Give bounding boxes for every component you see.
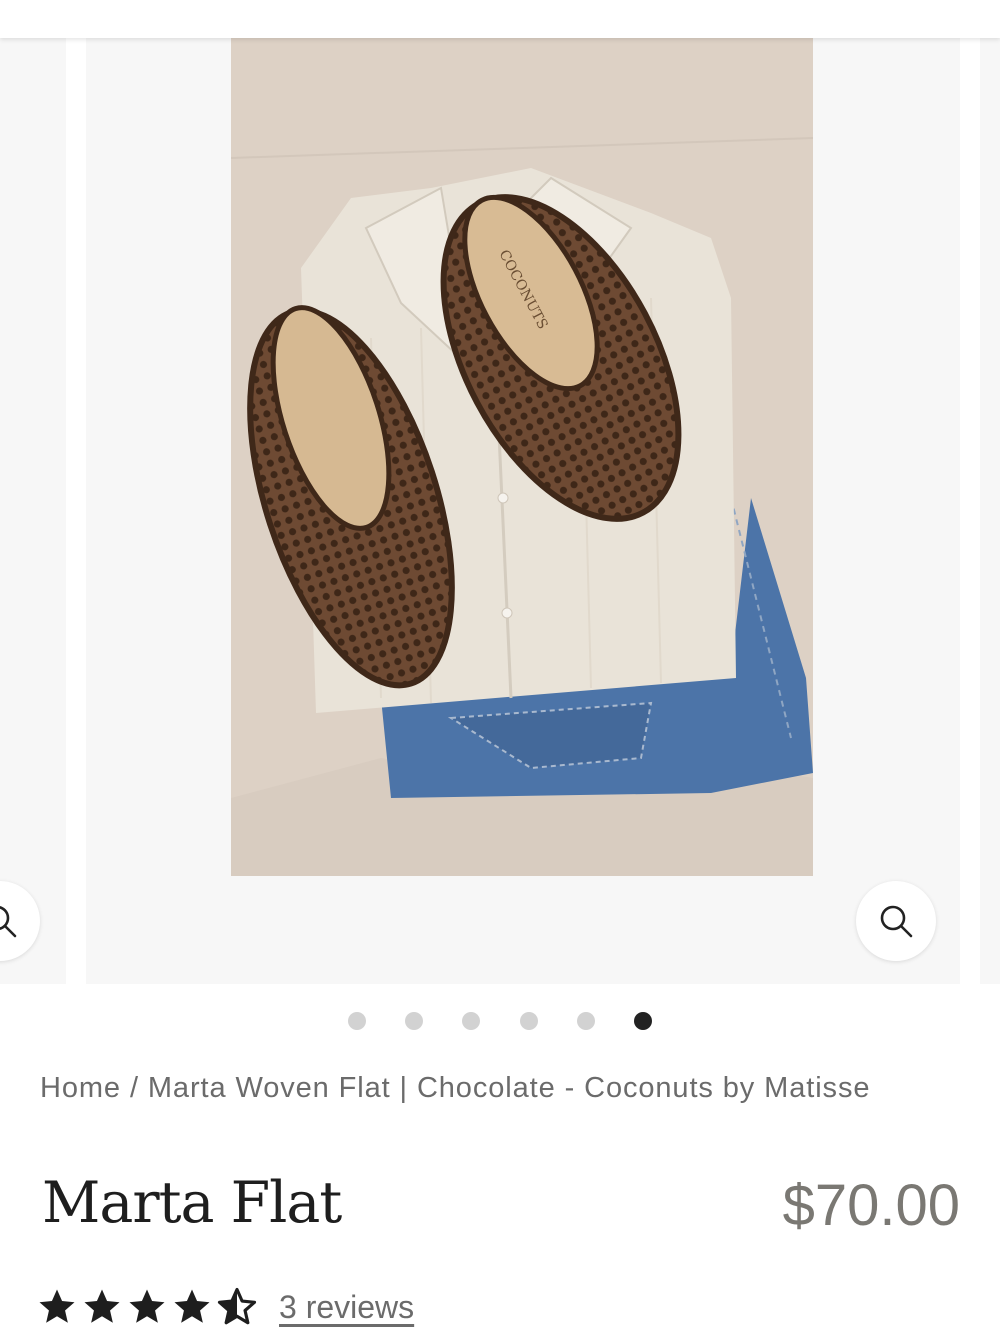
top-header-bar (0, 0, 1000, 38)
slide-dot-4[interactable] (520, 1012, 538, 1030)
slide-dot-1[interactable] (348, 1012, 366, 1030)
product-gallery[interactable]: COCONUTS (0, 38, 1000, 984)
product-price: $70.00 (782, 1173, 960, 1238)
slide-pagination (0, 1012, 1000, 1032)
star-filled-icon (129, 1289, 165, 1323)
slide-dot-2[interactable] (405, 1012, 423, 1030)
magnifier-icon (880, 905, 913, 938)
product-title: Marta Flat (42, 1170, 342, 1236)
star-half-icon (217, 1287, 257, 1325)
product-image[interactable]: COCONUTS (231, 38, 813, 876)
slide-dot-6-active[interactable] (634, 1012, 652, 1030)
slide-dot-3[interactable] (462, 1012, 480, 1030)
star-filled-icon (84, 1289, 120, 1323)
breadcrumb-home-link[interactable]: Home (40, 1072, 121, 1104)
star-filled-icon (39, 1289, 75, 1323)
zoom-button-previous[interactable] (0, 881, 40, 961)
breadcrumb-current: Marta Woven Flat | Chocolate - Coconuts … (147, 1072, 871, 1104)
breadcrumb: Home / Marta Woven Flat | Chocolate - Co… (40, 1072, 970, 1105)
product-rating: 3 reviews (36, 1282, 414, 1332)
star-filled-icon (174, 1289, 210, 1323)
breadcrumb-separator: / (129, 1072, 139, 1104)
zoom-button[interactable] (856, 881, 936, 961)
previous-slide[interactable] (0, 38, 66, 984)
magnifier-icon (0, 906, 17, 938)
slide-dot-5[interactable] (577, 1012, 595, 1030)
reviews-link[interactable]: 3 reviews (279, 1289, 414, 1326)
next-slide[interactable] (980, 38, 1000, 984)
